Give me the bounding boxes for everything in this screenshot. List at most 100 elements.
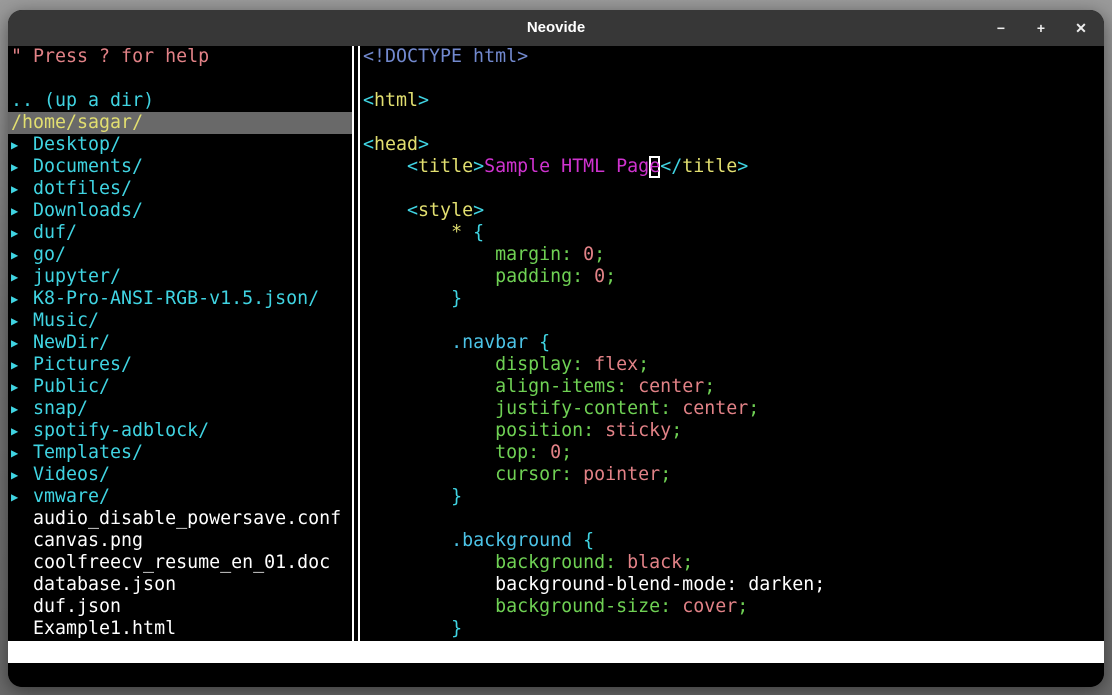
titlebar[interactable]: Neovide − + ✕: [8, 10, 1104, 46]
code-line[interactable]: .background {: [363, 530, 1104, 552]
netrw-dir-item[interactable]: ▶Documents/: [8, 156, 352, 178]
netrw-dir-item[interactable]: ▶NewDir/: [8, 332, 352, 354]
code-token: :: [660, 398, 682, 419]
code-token: pointer: [583, 464, 660, 485]
code-line[interactable]: background: black;: [363, 552, 1104, 574]
dir-name: Public/: [33, 376, 110, 397]
code-line[interactable]: <head>: [363, 134, 1104, 156]
dir-name: Documents/: [33, 156, 143, 177]
code-token: <!DOCTYPE html>: [363, 46, 528, 67]
netrw-dir-item[interactable]: ▶Videos/: [8, 464, 352, 486]
blank-line: [8, 68, 352, 90]
code-line[interactable]: <!DOCTYPE html>: [363, 46, 1104, 68]
code-line[interactable]: background-size: cover;: [363, 596, 1104, 618]
code-token: ;: [594, 244, 605, 265]
netrw-file-item[interactable]: canvas.png: [8, 530, 352, 552]
code-line[interactable]: margin: 0;: [363, 244, 1104, 266]
netrw-dir-item[interactable]: ▶Downloads/: [8, 200, 352, 222]
minimize-button[interactable]: −: [992, 20, 1010, 36]
dir-name: dotfiles/: [33, 178, 132, 199]
code-line[interactable]: }: [363, 618, 1104, 640]
statusline: /home/sagar Example1.html [+] 6,27 Top: [8, 641, 1104, 663]
code-token: 0: [583, 244, 594, 265]
code-line[interactable]: [363, 68, 1104, 90]
netrw-dir-item[interactable]: ▶Pictures/: [8, 354, 352, 376]
code-line[interactable]: .navbar {: [363, 332, 1104, 354]
netrw-dir-item[interactable]: ▶spotify-adblock/: [8, 420, 352, 442]
folder-arrow-icon: ▶: [11, 486, 33, 508]
code-line[interactable]: cursor: pointer;: [363, 464, 1104, 486]
maximize-button[interactable]: +: [1032, 20, 1050, 36]
folder-arrow-icon: ▶: [11, 354, 33, 376]
code-token: center: [638, 376, 704, 397]
code-token: {: [583, 530, 594, 551]
netrw-file-list: audio_disable_powersave.confcanvas.pngco…: [8, 508, 352, 640]
code-line[interactable]: [363, 310, 1104, 332]
code-line[interactable]: top: 0;: [363, 442, 1104, 464]
netrw-file-item[interactable]: coolfreecv_resume_en_01.doc: [8, 552, 352, 574]
code-token: 0: [550, 442, 561, 463]
code-token: ;: [638, 354, 649, 375]
close-button[interactable]: ✕: [1072, 20, 1090, 37]
folder-arrow-icon: ▶: [11, 442, 33, 464]
netrw-up-dir[interactable]: .. (up a dir): [8, 90, 352, 112]
netrw-file-item[interactable]: audio_disable_powersave.conf: [8, 508, 352, 530]
netrw-dir-item[interactable]: ▶go/: [8, 244, 352, 266]
netrw-dir-item[interactable]: ▶Public/: [8, 376, 352, 398]
code-line[interactable]: position: sticky;: [363, 420, 1104, 442]
command-line[interactable]: [8, 663, 1104, 687]
code-line[interactable]: }: [363, 288, 1104, 310]
netrw-file-item[interactable]: database.json: [8, 574, 352, 596]
code-line[interactable]: <html>: [363, 90, 1104, 112]
code-token: [363, 420, 495, 441]
dir-name: vmware/: [33, 486, 110, 507]
folder-arrow-icon: ▶: [11, 420, 33, 442]
window-separator[interactable]: [352, 46, 362, 641]
code-line[interactable]: [363, 112, 1104, 134]
netrw-dir-item[interactable]: ▶vmware/: [8, 486, 352, 508]
netrw-dir-item[interactable]: ▶Desktop/: [8, 134, 352, 156]
code-line[interactable]: }: [363, 486, 1104, 508]
code-line[interactable]: align-items: center;: [363, 376, 1104, 398]
code-token: [363, 464, 495, 485]
code-line[interactable]: <style>: [363, 200, 1104, 222]
editor-buffer[interactable]: <!DOCTYPE html> <html> <head> <title>Sampl…: [362, 46, 1104, 641]
code-line[interactable]: justify-content: center;: [363, 398, 1104, 420]
netrw-help-line: " Press ? for help: [8, 46, 352, 68]
folder-arrow-icon: ▶: [11, 376, 33, 398]
code-token: <: [407, 200, 418, 221]
code-token: {: [473, 222, 484, 243]
code-token: style: [418, 200, 473, 221]
netrw-dir-item[interactable]: ▶Music/: [8, 310, 352, 332]
code-token: :: [572, 266, 594, 287]
netrw-dir-item[interactable]: ▶jupyter/: [8, 266, 352, 288]
netrw-dir-item[interactable]: ▶duf/: [8, 222, 352, 244]
netrw-dir-item[interactable]: ▶dotfiles/: [8, 178, 352, 200]
netrw-file-item[interactable]: Example1.html: [8, 618, 352, 640]
code-line[interactable]: padding: 0;: [363, 266, 1104, 288]
netrw-dir-item[interactable]: ▶K8-Pro-ANSI-RGB-v1.5.json/: [8, 288, 352, 310]
netrw-dir-item[interactable]: ▶Templates/: [8, 442, 352, 464]
code-token: black: [627, 552, 682, 573]
code-token: [363, 354, 495, 375]
code-line[interactable]: [363, 178, 1104, 200]
code-token: top: [495, 442, 528, 463]
code-line[interactable]: * {: [363, 222, 1104, 244]
netrw-sidebar[interactable]: " Press ? for help .. (up a dir) /home/s…: [8, 46, 352, 641]
code-token: [363, 244, 495, 265]
code-token: :: [583, 420, 605, 441]
netrw-current-path[interactable]: /home/sagar/: [8, 112, 352, 134]
code-token: [363, 376, 495, 397]
code-token: }: [451, 486, 462, 507]
code-token: >: [473, 156, 484, 177]
code-line[interactable]: <title>Sample HTML Page</title>: [363, 156, 1104, 178]
folder-arrow-icon: ▶: [11, 288, 33, 310]
code-token: flex: [594, 354, 638, 375]
code-line[interactable]: background-blend-mode: darken;: [363, 574, 1104, 596]
code-token: }: [451, 618, 462, 639]
code-line[interactable]: [363, 508, 1104, 530]
netrw-file-item[interactable]: duf.json: [8, 596, 352, 618]
code-token: [363, 574, 495, 595]
netrw-dir-item[interactable]: ▶snap/: [8, 398, 352, 420]
code-line[interactable]: display: flex;: [363, 354, 1104, 376]
